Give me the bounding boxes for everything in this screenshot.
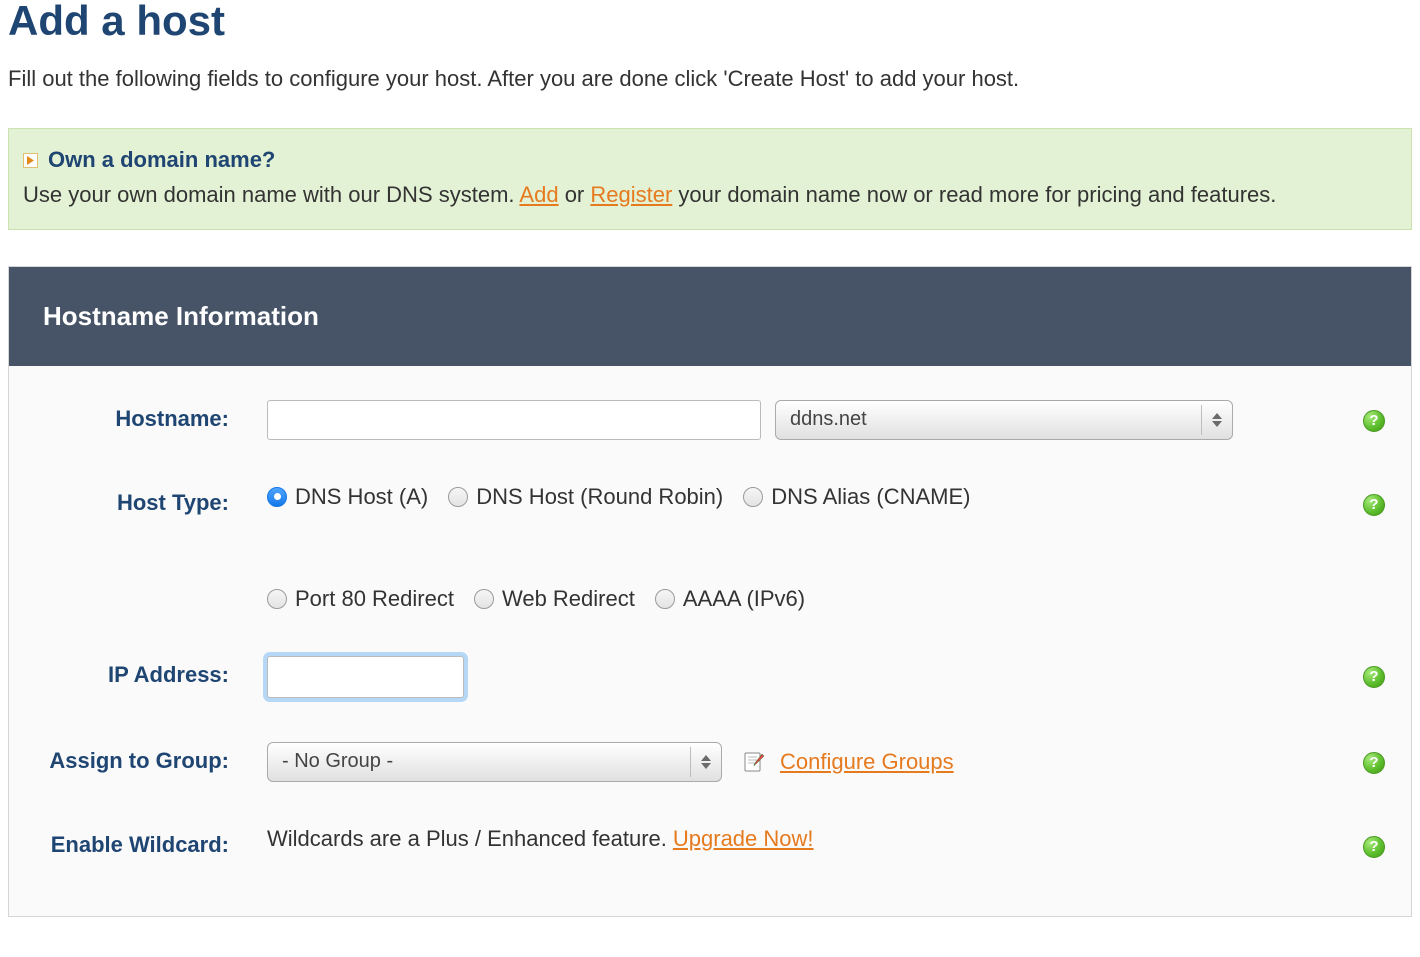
notice-title: Own a domain name? xyxy=(48,147,275,173)
group-select-value: - No Group - xyxy=(282,750,393,773)
radio-icon xyxy=(448,487,468,507)
wildcard-text: Wildcards are a Plus / Enhanced feature. xyxy=(267,826,667,852)
ip-address-input[interactable] xyxy=(267,656,464,698)
panel-header: Hostname Information xyxy=(9,267,1411,366)
upgrade-now-link[interactable]: Upgrade Now! xyxy=(673,826,814,852)
domain-notice: Own a domain name? Use your own domain n… xyxy=(8,128,1412,230)
chevron-updown-icon xyxy=(1208,413,1226,427)
configure-groups-link[interactable]: Configure Groups xyxy=(780,749,954,775)
hostname-panel: Hostname Information Hostname: ddns.net xyxy=(8,266,1412,917)
radio-dns-host-a[interactable]: DNS Host (A) xyxy=(267,484,428,510)
domain-select-value: ddns.net xyxy=(790,408,867,431)
enable-wildcard-label: Enable Wildcard: xyxy=(51,832,229,857)
hostname-input[interactable] xyxy=(267,400,761,440)
arrow-right-icon xyxy=(23,153,38,168)
radio-web-redirect[interactable]: Web Redirect xyxy=(474,586,635,612)
help-icon[interactable]: ? xyxy=(1363,836,1385,858)
edit-icon xyxy=(742,750,766,774)
group-select[interactable]: - No Group - xyxy=(267,742,722,782)
register-domain-link[interactable]: Register xyxy=(590,182,672,207)
page-title: Add a host xyxy=(8,0,1412,42)
radio-icon xyxy=(267,589,287,609)
hostname-label: Hostname: xyxy=(115,406,229,431)
radio-label: DNS Alias (CNAME) xyxy=(771,484,970,510)
assign-group-label: Assign to Group: xyxy=(49,748,229,773)
radio-icon xyxy=(655,589,675,609)
notice-body: Use your own domain name with our DNS sy… xyxy=(23,179,1395,211)
radio-icon-selected xyxy=(267,487,287,507)
radio-icon xyxy=(743,487,763,507)
radio-port-80-redirect[interactable]: Port 80 Redirect xyxy=(267,586,454,612)
notice-body-prefix: Use your own domain name with our DNS sy… xyxy=(23,182,519,207)
help-icon[interactable]: ? xyxy=(1363,410,1385,432)
help-icon[interactable]: ? xyxy=(1363,666,1385,688)
notice-or: or xyxy=(559,182,591,207)
help-icon[interactable]: ? xyxy=(1363,494,1385,516)
help-icon[interactable]: ? xyxy=(1363,752,1385,774)
radio-icon xyxy=(474,589,494,609)
page-subtitle: Fill out the following fields to configu… xyxy=(8,66,1412,92)
radio-dns-alias-cname[interactable]: DNS Alias (CNAME) xyxy=(743,484,970,510)
radio-dns-host-round-robin[interactable]: DNS Host (Round Robin) xyxy=(448,484,723,510)
hosttype-label: Host Type: xyxy=(117,490,229,515)
ip-address-label: IP Address: xyxy=(108,662,229,687)
chevron-updown-icon xyxy=(697,755,715,769)
radio-label: Web Redirect xyxy=(502,586,635,612)
domain-select[interactable]: ddns.net xyxy=(775,400,1233,440)
notice-body-suffix: your domain name now or read more for pr… xyxy=(672,182,1276,207)
radio-label: AAAA (IPv6) xyxy=(683,586,805,612)
radio-aaaa-ipv6[interactable]: AAAA (IPv6) xyxy=(655,586,805,612)
radio-label: DNS Host (A) xyxy=(295,484,428,510)
add-domain-link[interactable]: Add xyxy=(519,182,558,207)
radio-label: Port 80 Redirect xyxy=(295,586,454,612)
radio-label: DNS Host (Round Robin) xyxy=(476,484,723,510)
